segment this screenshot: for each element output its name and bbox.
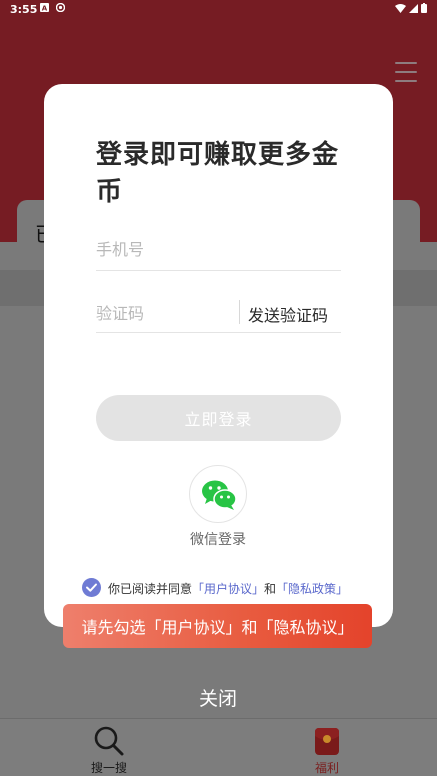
checkmark-icon bbox=[86, 583, 97, 592]
wechat-login-button[interactable] bbox=[189, 465, 247, 523]
tab-search-label: 搜一搜 bbox=[90, 761, 127, 775]
dialog-title: 登录即可赚取更多金币 bbox=[96, 140, 340, 207]
wechat-login-label: 微信登录 bbox=[190, 532, 246, 548]
tab-welfare-label: 福利 bbox=[314, 761, 339, 775]
circle-notification-icon bbox=[56, 3, 65, 12]
magnifier-icon bbox=[94, 726, 124, 756]
login-button[interactable]: 立即登录 bbox=[96, 395, 341, 441]
agreement-checkbox[interactable] bbox=[82, 578, 101, 597]
verification-code-input[interactable] bbox=[96, 294, 236, 332]
hamburger-icon[interactable] bbox=[395, 62, 417, 82]
verification-code-row: 发送验证码 bbox=[96, 294, 341, 333]
login-dialog: 登录即可赚取更多金币 发送验证码 立即登录 微信登录 你已阅读并同意 「用户协议… bbox=[44, 84, 393, 627]
agreement-prefix: 你已阅读并同意 bbox=[108, 582, 193, 596]
wifi-icon bbox=[395, 3, 406, 13]
code-divider bbox=[239, 300, 240, 324]
tab-search[interactable]: 搜一搜 bbox=[74, 725, 144, 776]
tab-welfare[interactable]: 福利 bbox=[292, 725, 362, 776]
a-notification-icon: A bbox=[40, 3, 49, 12]
status-time: 3:55 bbox=[10, 3, 38, 16]
privacy-policy-link[interactable]: 「隐私政策」 bbox=[276, 580, 348, 597]
toast-message: 请先勾选「用户协议」和「隐私协议」 bbox=[63, 604, 372, 648]
bottom-tab-bar: 搜一搜 福利 bbox=[0, 718, 437, 776]
send-code-button[interactable]: 发送验证码 bbox=[248, 302, 328, 326]
user-agreement-link[interactable]: 「用户协议」 bbox=[192, 580, 264, 597]
battery-icon bbox=[421, 3, 427, 13]
svg-text:A: A bbox=[42, 5, 48, 13]
agreement-conjunction: 和 bbox=[264, 582, 277, 596]
red-envelope-icon bbox=[315, 728, 339, 755]
wechat-icon bbox=[202, 480, 237, 510]
agreement-row: 你已阅读并同意 「用户协议」 和 「隐私政策」 bbox=[82, 578, 372, 598]
signal-icon bbox=[409, 3, 418, 13]
close-button[interactable]: 关闭 bbox=[168, 684, 268, 711]
status-bar: 3:55 A bbox=[0, 0, 437, 18]
phone-input[interactable] bbox=[96, 229, 341, 271]
